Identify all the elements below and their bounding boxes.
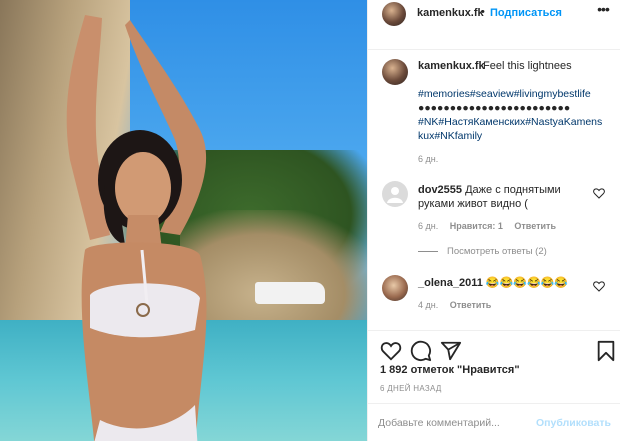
caption-username[interactable]: kamenkux.fk [418,60,485,72]
author-username[interactable]: kamenkux.fk [417,7,484,19]
comment-username[interactable]: _olena_2011 [418,277,483,289]
comment-likes[interactable]: Нравится: 1 [450,221,503,231]
comment-heart-icon[interactable] [593,188,605,199]
add-comment-bar: Опубликовать [368,403,620,441]
separator-dot: • [481,6,485,18]
comment-avatar[interactable] [382,181,408,207]
comment-body: _olena_2011 😂😂😂😂😂😂 [418,276,568,289]
view-replies-label: Посмотреть ответы (2) [447,246,547,257]
hashtags-line[interactable]: #memories#seaview#livingmybestlife [418,87,608,101]
author-avatar[interactable] [382,2,406,26]
caption-hashtags: #memories#seaview#livingmybestlife ●●●●●… [418,87,608,143]
comment-username[interactable]: dov2555 [418,184,462,196]
comment-body: dov2555 Даже с поднятыми руками живот ви… [418,183,588,211]
hashtags-line[interactable]: #NK#НастяКаменских#NastyaKamens [418,115,608,129]
comment-time: 6 дн. [418,221,439,231]
comment-meta: 4 дн. Ответить [418,300,500,310]
post-header: kamenkux.fk • Подписаться ••• [368,0,620,50]
caption-text: Feel this lightnees [483,60,572,72]
dots-line: ●●●●●●●●●●●●●●●●●●●●●●●● [418,102,571,114]
comment-icon[interactable] [410,340,432,362]
publish-button[interactable]: Опубликовать [536,417,611,429]
comment-time: 4 дн. [418,300,439,310]
hashtags-line[interactable]: kux#NKfamily [418,129,608,143]
boat [255,282,325,304]
caption-avatar[interactable] [382,59,408,85]
comment-text: 😂😂😂😂😂😂 [485,277,569,289]
replies-line [418,250,438,252]
comment-meta: 6 дн. Нравится: 1 Ответить [418,221,565,231]
comment-heart-icon[interactable] [593,281,605,292]
view-replies-button[interactable]: Посмотреть ответы (2) [418,246,547,257]
heart-icon[interactable] [380,340,402,362]
caption-time: 6 дн. [418,154,439,164]
woman-figure [66,15,207,441]
more-horizontal-icon[interactable]: ••• [593,2,613,19]
reply-button[interactable]: Ответить [514,221,556,231]
reply-button[interactable]: Ответить [450,300,492,310]
follow-button[interactable]: Подписаться [490,7,562,19]
likes-count[interactable]: 1 892 отметок "Нравится" [380,364,520,376]
comment-input[interactable] [378,414,538,432]
bookmark-icon[interactable] [595,340,617,362]
default-user-icon [387,187,403,203]
post-date: 6 ДНЕЙ НАЗАД [380,384,442,393]
share-icon[interactable] [440,340,462,362]
post-side-panel: kamenkux.fk • Подписаться ••• kamenkux.f… [367,0,620,441]
post-photo[interactable] [0,0,367,441]
comment-avatar[interactable] [382,275,408,301]
